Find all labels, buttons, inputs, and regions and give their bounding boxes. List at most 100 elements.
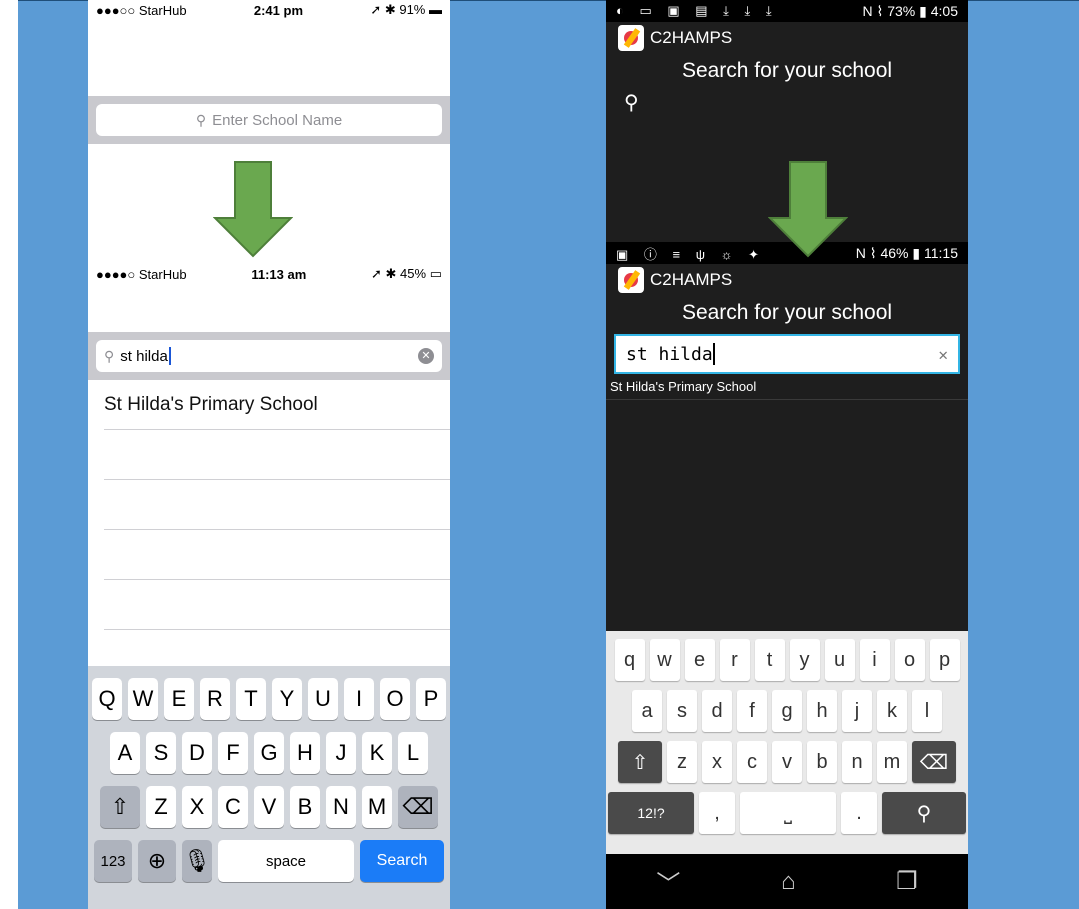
ios-search-bar-after: ⚲ st hilda ✕ [88,332,450,380]
key[interactable]: e [684,639,715,681]
result-row[interactable]: St Hilda's Primary School [104,380,450,430]
key[interactable]: Q [92,678,122,720]
key[interactable]: k [877,690,907,732]
microphone-icon[interactable]: 🎙 [182,840,212,882]
key[interactable]: S [146,732,176,774]
key[interactable]: c [737,741,767,783]
key[interactable]: I [344,678,374,720]
text-caret [712,343,715,365]
key[interactable]: O [380,678,410,720]
ios-keyboard: Q W E R T Y U I O P A S D F G H J K L ⇧ … [88,666,450,909]
key[interactable]: d [702,690,732,732]
carrier-label: ●●●○○ StarHub [96,2,187,18]
backspace-key[interactable]: ⌫ [912,741,956,783]
key[interactable]: i [859,639,890,681]
key[interactable]: h [807,690,837,732]
key[interactable]: z [667,741,697,783]
backspace-key[interactable]: ⌫ [398,786,438,828]
app-logo-icon [618,267,644,293]
key[interactable]: n [842,741,872,783]
clock: 2:41 pm [253,2,304,18]
page-heading: Search for your school [681,301,893,324]
ios-nav-area [88,20,450,96]
key[interactable]: a [632,690,662,732]
numbers-key[interactable]: 123 [94,840,132,882]
text-caret [168,347,171,365]
key[interactable]: l [912,690,942,732]
key[interactable]: t [754,639,785,681]
key[interactable]: x [702,741,732,783]
key[interactable]: u [824,639,855,681]
key[interactable]: Z [146,786,176,828]
key[interactable]: o [894,639,925,681]
key[interactable]: R [200,678,230,720]
search-icon[interactable]: ⚲ [606,88,968,118]
notification-icons: ▣ ⓘ ≡ ψ ☼ ✦ [616,246,766,262]
key[interactable]: V [254,786,284,828]
key[interactable]: g [772,690,802,732]
school-search-input[interactable]: ⚲ st hilda ✕ [96,340,442,372]
result-row[interactable]: St Hilda's Primary School [606,374,968,400]
key[interactable]: b [807,741,837,783]
key[interactable]: E [164,678,194,720]
search-text: st hilda [120,347,168,365]
key[interactable]: s [667,690,697,732]
key[interactable]: T [236,678,266,720]
clear-icon[interactable]: ✕ [938,345,948,364]
key[interactable]: p [929,639,960,681]
school-search-input[interactable]: ⚲ Enter School Name [96,104,442,136]
space-key[interactable]: space [218,840,354,882]
key[interactable]: m [877,741,907,783]
key[interactable]: P [416,678,446,720]
key[interactable]: q [614,639,645,681]
android-action-bar: C2HAMPS [606,264,968,296]
symbols-key[interactable]: 12!? [608,792,694,834]
ios-status-bar-after: ●●●●○ StarHub 11:13 am ➚ ✱ 45% ▭ [88,264,450,284]
key[interactable]: M [362,786,392,828]
key[interactable]: K [362,732,392,774]
period-key[interactable]: . [841,792,877,834]
shift-key[interactable]: ⇧ [618,741,662,783]
key[interactable]: D [182,732,212,774]
key[interactable]: j [842,690,872,732]
comma-key[interactable]: , [699,792,735,834]
key[interactable]: w [649,639,680,681]
school-search-input[interactable]: st hilda ✕ [614,334,960,374]
key[interactable]: Y [272,678,302,720]
keyboard-row-1: q w e r t y u i o p [606,639,968,681]
ios-phone: ●●●○○ StarHub 2:41 pm ➚ ✱ 91% ▬ ⚲ Enter … [88,0,450,909]
keyboard-row-3: ⇧ z x c v b n m ⌫ [606,741,968,783]
home-icon[interactable]: ⌂ [781,868,796,896]
battery-level: ➚ ✱ 45% ▭ [371,266,442,281]
empty-row [104,430,450,480]
ios-search-bar-before: ⚲ Enter School Name [88,96,450,144]
shift-key[interactable]: ⇧ [100,786,140,828]
key[interactable]: L [398,732,428,774]
key[interactable]: C [218,786,248,828]
key[interactable]: f [737,690,767,732]
key[interactable]: U [308,678,338,720]
key[interactable]: H [290,732,320,774]
key[interactable]: X [182,786,212,828]
down-arrow-icon [768,161,848,258]
globe-icon[interactable]: ⊕ [138,840,176,882]
key[interactable]: B [290,786,320,828]
page-heading: Search for your school [681,59,893,82]
back-icon[interactable]: ﹀ [656,864,680,899]
key[interactable]: F [218,732,248,774]
key[interactable]: W [128,678,158,720]
key[interactable]: r [719,639,750,681]
search-icon[interactable]: ⚲ [882,792,966,834]
key[interactable]: J [326,732,356,774]
key[interactable]: y [789,639,820,681]
key[interactable]: A [110,732,140,774]
app-title: C2HAMPS [650,270,733,289]
space-key[interactable]: ⎵ [740,792,836,834]
recent-apps-icon[interactable]: ❐ [896,867,918,896]
search-button[interactable]: Search [360,840,444,882]
clear-icon[interactable]: ✕ [418,348,434,364]
key[interactable]: G [254,732,284,774]
keyboard-row-4: 123 ⊕ 🎙 space Search [88,840,450,882]
key[interactable]: v [772,741,802,783]
key[interactable]: N [326,786,356,828]
